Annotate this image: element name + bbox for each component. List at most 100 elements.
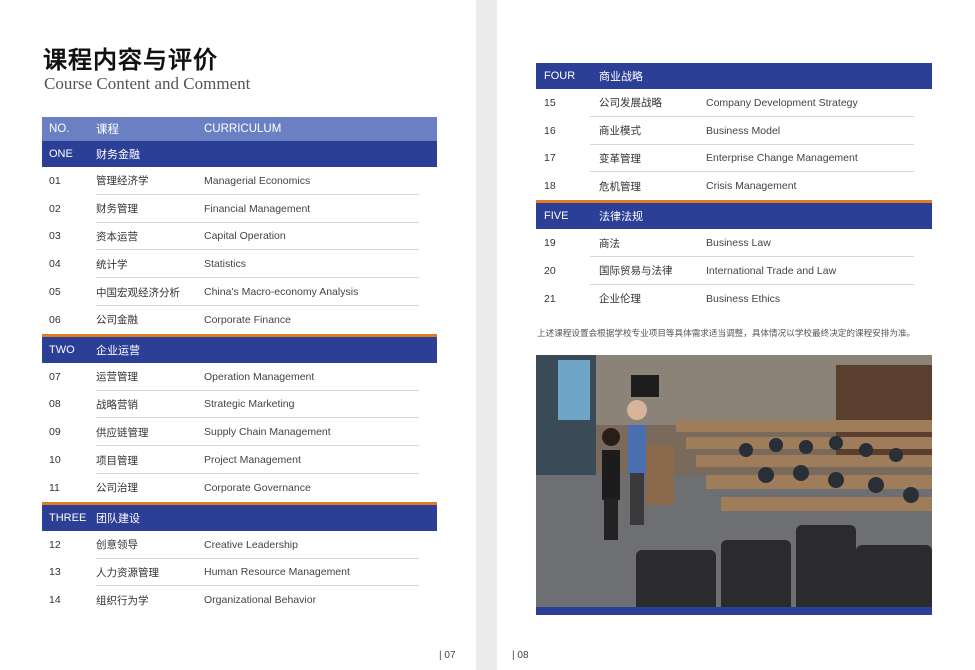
course-name-en: Enterprise Change Management xyxy=(706,152,858,165)
table-row: 05 中国宏观经济分析 China's Macro-economy Analysis xyxy=(42,278,437,306)
course-number: 13 xyxy=(49,566,61,579)
course-name-cn: 人力资源管理 xyxy=(96,566,159,579)
course-name-cn: 管理经济学 xyxy=(96,175,149,188)
course-name-cn: 变革管理 xyxy=(599,152,641,165)
course-number: 07 xyxy=(49,370,61,383)
course-number: 14 xyxy=(49,594,61,607)
course-name-en: Business Model xyxy=(706,124,781,137)
table-row: 14 组织行为学 Organizational Behavior xyxy=(42,586,437,614)
course-number: 05 xyxy=(49,286,61,299)
course-name-en: Creative Leadership xyxy=(204,538,298,551)
section-header: TWO 企业运营 xyxy=(42,333,437,363)
course-name-en: Financial Management xyxy=(204,202,311,215)
section-header: ONE 财务金融 xyxy=(42,141,437,167)
course-name-cn: 战略营销 xyxy=(96,398,138,411)
section-number: TWO xyxy=(49,343,75,356)
course-name-cn: 危机管理 xyxy=(599,180,641,193)
course-name-cn: 资本运营 xyxy=(96,230,138,243)
section-rows: 19 商法 Business Law 20 国际贸易与法律 International T… xyxy=(536,229,932,312)
course-name-cn: 供应链管理 xyxy=(96,426,149,439)
table-row: 21 企业伦理 Business Ethics xyxy=(536,285,932,313)
course-name-en: Strategic Marketing xyxy=(204,398,295,411)
table-row: 06 公司金融 Corporate Finance xyxy=(42,306,437,334)
course-number: 17 xyxy=(544,152,556,165)
table-header: NO. 课程 CURRICULUM xyxy=(42,117,437,141)
section-number: FIVE xyxy=(544,210,569,223)
section-number: FOUR xyxy=(544,70,576,82)
course-number: 20 xyxy=(544,264,556,277)
course-number: 04 xyxy=(49,258,61,271)
course-name-en: Crisis Management xyxy=(706,180,797,193)
course-name-cn: 商业模式 xyxy=(599,125,641,138)
section-name: 商业战略 xyxy=(599,71,643,83)
curriculum-table-left: NO. 课程 CURRICULUM ONE 财务金融 01 管理经济学 Manageri… xyxy=(42,117,437,614)
curriculum-table-right: FOUR 商业战略 15 公司发展战略 Company Development Stra… xyxy=(536,63,932,313)
course-number: 21 xyxy=(544,292,556,305)
section-rows: 01 管理经济学 Managerial Economics 02 财务管理 Financi… xyxy=(42,167,437,334)
classroom-photo xyxy=(536,355,932,615)
table-row: 15 公司发展战略 Company Development Strategy xyxy=(536,89,932,117)
table-row: 12 创意领导 Creative Leadership xyxy=(42,531,437,559)
course-name-cn: 财务管理 xyxy=(96,203,138,216)
course-number: 03 xyxy=(49,230,61,243)
course-name-en: Company Development Strategy xyxy=(706,96,858,109)
section-name: 企业运营 xyxy=(96,344,140,357)
course-name-en: Organizational Behavior xyxy=(204,594,317,607)
table-row: 16 商业模式 Business Model xyxy=(536,117,932,145)
course-number: 16 xyxy=(544,124,556,137)
section-name: 法律法规 xyxy=(599,211,643,224)
course-number: 10 xyxy=(49,454,61,467)
course-name-en: Capital Operation xyxy=(204,230,286,243)
section-header: FOUR 商业战略 xyxy=(536,63,932,89)
schedule-note: 上述课程设置会根据学校专业项目等具体需求适当调整，具体情况以学校最终决定的课程安… xyxy=(537,328,916,338)
course-name-en: Managerial Economics xyxy=(204,174,311,187)
course-number: 18 xyxy=(544,180,556,193)
header-curriculum: CURRICULUM xyxy=(204,123,282,135)
header-course: 课程 xyxy=(96,124,119,136)
course-name-cn: 创意领导 xyxy=(96,539,138,552)
course-number: 01 xyxy=(49,174,61,187)
table-row: 01 管理经济学 Managerial Economics xyxy=(42,167,437,195)
course-number: 06 xyxy=(49,313,61,326)
course-number: 08 xyxy=(49,398,61,411)
page-number: | 07 xyxy=(439,650,456,661)
table-row: 17 变革管理 Enterprise Change Management xyxy=(536,145,932,173)
course-number: 09 xyxy=(49,426,61,439)
course-name-cn: 企业伦理 xyxy=(599,293,641,306)
course-number: 15 xyxy=(544,96,556,109)
course-name-en: Business Ethics xyxy=(706,292,781,305)
course-name-cn: 公司金融 xyxy=(96,314,138,327)
course-number: 02 xyxy=(49,202,61,215)
table-row: 20 国际贸易与法律 International Trade and Law xyxy=(536,257,932,285)
course-name-en: Business Law xyxy=(706,237,771,250)
course-name-en: Operation Management xyxy=(204,370,315,383)
table-row: 02 财务管理 Financial Management xyxy=(42,195,437,223)
course-name-cn: 组织行为学 xyxy=(96,594,149,607)
table-row: 19 商法 Business Law xyxy=(536,229,932,257)
table-row: 03 资本运营 Capital Operation xyxy=(42,223,437,251)
course-number: 19 xyxy=(544,237,556,250)
section-number: ONE xyxy=(49,148,73,160)
course-name-cn: 运营管理 xyxy=(96,371,138,384)
table-row: 09 供应链管理 Supply Chain Management xyxy=(42,418,437,447)
course-name-en: Project Management xyxy=(204,454,301,467)
course-name-en: Statistics xyxy=(204,258,247,271)
course-name-cn: 国际贸易与法律 xyxy=(599,265,673,278)
header-no: NO. xyxy=(49,123,70,135)
section-header: FIVE 法律法规 xyxy=(536,200,932,230)
section-rows: 12 创意领导 Creative Leadership 13 人力资源管理 Human R… xyxy=(42,531,437,614)
course-name-cn: 中国宏观经济分析 xyxy=(96,286,180,299)
course-name-en: China's Macro-economy Analysis xyxy=(204,286,359,299)
section-header: THREE 团队建设 xyxy=(42,501,437,531)
table-row: 11 公司治理 Corporate Governance xyxy=(42,474,437,502)
course-name-en: Human Resource Management xyxy=(204,566,350,579)
table-row: 04 统计学 Statistics xyxy=(42,250,437,279)
table-row: 10 项目管理 Project Management xyxy=(42,446,437,474)
section-name: 财务金融 xyxy=(96,149,140,161)
course-number: 12 xyxy=(49,538,61,551)
course-name-en: Supply Chain Management xyxy=(204,426,331,439)
course-name-en: Corporate Finance xyxy=(204,313,291,326)
table-row: 07 运营管理 Operation Management xyxy=(42,363,437,391)
course-name-en: International Trade and Law xyxy=(706,264,837,277)
page-gutter xyxy=(476,0,497,670)
